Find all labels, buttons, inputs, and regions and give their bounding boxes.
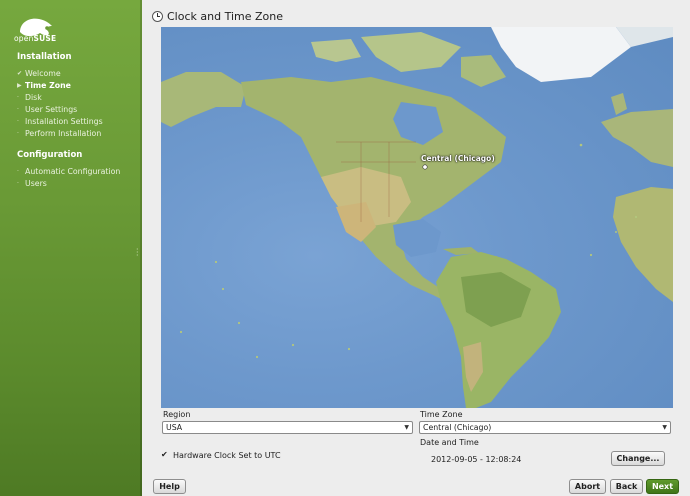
step-user-settings: · User Settings xyxy=(17,104,78,114)
world-map-graphic xyxy=(161,27,673,408)
arrow-right-icon: ▶ xyxy=(17,81,22,89)
date-time-label: Date and Time xyxy=(420,438,479,447)
logo-wordmark: openSUSE xyxy=(14,34,57,43)
bullet-icon: · xyxy=(17,105,19,113)
configuration-title: Configuration xyxy=(17,150,83,160)
bullet-icon: · xyxy=(17,167,19,175)
page-title: Clock and Time Zone xyxy=(167,10,283,23)
step-time-zone: ▶ Time Zone xyxy=(17,80,71,90)
step-welcome: ✔ Welcome xyxy=(17,68,61,78)
step-users: · Users xyxy=(17,178,47,188)
abort-button[interactable]: Abort xyxy=(569,479,606,494)
checkmark-icon: ✔ xyxy=(161,450,168,459)
region-label: Region xyxy=(163,410,191,419)
time-zone-select[interactable]: Central (Chicago) ▼ xyxy=(419,421,671,434)
step-disk: · Disk xyxy=(17,92,42,102)
map-selected-location-label: Central (Chicago) xyxy=(421,154,495,163)
bullet-icon: · xyxy=(17,117,19,125)
installation-title: Installation xyxy=(17,52,72,62)
clock-icon xyxy=(152,11,163,22)
step-automatic-configuration: · Automatic Configuration xyxy=(17,166,121,176)
time-zone-label: Time Zone xyxy=(420,410,463,419)
next-button[interactable]: Next xyxy=(646,479,679,494)
bullet-icon: · xyxy=(17,129,19,137)
chevron-down-icon: ▼ xyxy=(404,424,409,431)
back-button[interactable]: Back xyxy=(610,479,643,494)
date-time-value: 2012-09-05 - 12:08:24 xyxy=(431,455,522,464)
bullet-icon: · xyxy=(17,93,19,101)
hardware-clock-checkbox[interactable]: ✔ Hardware Clock Set to UTC xyxy=(161,450,281,461)
time-zone-map[interactable]: Central (Chicago) xyxy=(161,27,673,408)
check-icon: ✔ xyxy=(17,69,23,77)
page-header: Clock and Time Zone xyxy=(152,10,283,23)
sidebar-resize-handle[interactable]: · · · xyxy=(136,246,139,260)
change-button[interactable]: Change... xyxy=(611,451,665,466)
bullet-icon: · xyxy=(17,179,19,187)
step-installation-settings: · Installation Settings xyxy=(17,116,103,126)
configuration-section: Configuration · Automatic Configuration ·… xyxy=(17,150,120,189)
chevron-down-icon: ▼ xyxy=(662,424,667,431)
sidebar: openSUSE Installation ✔ Welcome ▶ Time Zon… xyxy=(0,0,142,496)
installation-section: Installation ✔ Welcome ▶ Time Zone · Disk ·… xyxy=(17,52,103,139)
help-button[interactable]: Help xyxy=(153,479,186,494)
step-perform-installation: · Perform Installation xyxy=(17,128,102,138)
region-select[interactable]: USA ▼ xyxy=(162,421,413,434)
